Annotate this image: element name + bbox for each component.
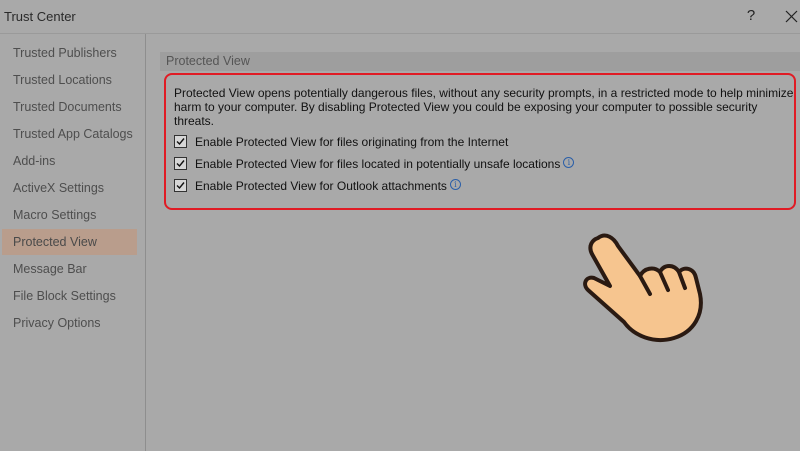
sidebar-item-privacy-options[interactable]: Privacy Options (2, 310, 137, 336)
checkmark-icon (176, 138, 185, 146)
protected-view-description: Protected View opens potentially dangero… (174, 86, 794, 128)
title-bar: Trust Center ? (0, 0, 800, 34)
sidebar-item-message-bar[interactable]: Message Bar (2, 256, 137, 282)
checkmark-icon (176, 160, 185, 168)
close-button[interactable] (783, 6, 800, 26)
sidebar-item-trusted-publishers[interactable]: Trusted Publishers (2, 40, 137, 66)
internet-files-checkbox[interactable] (174, 135, 187, 148)
outlook-attachments-checkbox[interactable] (174, 179, 187, 192)
checkmark-icon (176, 182, 185, 190)
sidebar-item-trusted-locations[interactable]: Trusted Locations (2, 67, 137, 93)
sidebar: Trusted Publishers Trusted Locations Tru… (0, 34, 146, 451)
sidebar-item-activex-settings[interactable]: ActiveX Settings (2, 175, 137, 201)
window-title: Trust Center (4, 9, 76, 24)
option-label: Enable Protected View for files originat… (195, 135, 509, 149)
close-icon (785, 10, 798, 23)
info-icon[interactable]: i (449, 179, 461, 190)
sidebar-item-trusted-documents[interactable]: Trusted Documents (2, 94, 137, 120)
sidebar-item-trusted-app-catalogs[interactable]: Trusted App Catalogs (2, 121, 137, 147)
option-label: Enable Protected View for Outlook attach… (195, 179, 447, 193)
pointing-hand-icon (583, 233, 703, 342)
option-internet-files[interactable]: Enable Protected View for files originat… (174, 134, 508, 150)
option-outlook-attachments[interactable]: Enable Protected View for Outlook attach… (174, 178, 461, 194)
section-title: Protected View (160, 52, 800, 71)
info-icon[interactable]: i (563, 157, 575, 168)
option-unsafe-locations[interactable]: Enable Protected View for files located … (174, 156, 575, 172)
help-button[interactable]: ? (742, 6, 760, 26)
unsafe-locations-checkbox[interactable] (174, 157, 187, 170)
sidebar-item-file-block-settings[interactable]: File Block Settings (2, 283, 137, 309)
sidebar-item-protected-view[interactable]: Protected View (2, 229, 137, 255)
sidebar-item-macro-settings[interactable]: Macro Settings (2, 202, 137, 228)
option-label: Enable Protected View for files located … (195, 157, 561, 171)
sidebar-item-add-ins[interactable]: Add-ins (2, 148, 137, 174)
